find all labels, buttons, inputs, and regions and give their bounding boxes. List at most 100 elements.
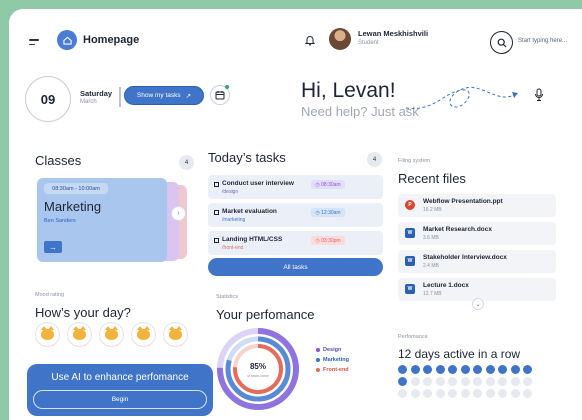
microphone-icon[interactable] <box>534 88 544 107</box>
activity-day-dot <box>448 365 457 374</box>
activity-day-dot <box>473 377 482 386</box>
task-tag: /design <box>222 189 239 195</box>
activity-day-dot <box>435 389 445 398</box>
activity-day-dot <box>460 365 470 374</box>
activity-day-dot <box>398 389 407 398</box>
weekday-label: Saturday <box>80 89 113 98</box>
cat-face-icon <box>105 326 118 340</box>
mood-title: How’s your day? <box>35 305 131 320</box>
bell-icon[interactable] <box>304 33 319 47</box>
show-my-tasks-label: Show my tasks <box>136 92 181 99</box>
file-size: 16.2 MB <box>423 207 442 213</box>
home-button[interactable] <box>57 30 77 50</box>
arrow-up-right-icon: ↗ <box>185 92 192 100</box>
arrow-right-icon: → <box>49 242 57 252</box>
classes-title: Classes <box>35 153 82 168</box>
greeting-title: Hi, Levan! <box>301 79 396 102</box>
date-day-number: 09 <box>25 76 71 122</box>
activity-day-dot <box>448 389 457 398</box>
task-time: ◷ 03:30pm <box>311 236 345 245</box>
show-my-tasks-button[interactable]: Show my tasks ↗ <box>124 86 204 105</box>
task-time: ◷ 12:30am <box>311 208 345 217</box>
activity-day-dot <box>510 389 520 398</box>
files-title: Recent files <box>398 171 466 186</box>
next-class-button[interactable]: › <box>171 206 186 221</box>
cat-face-icon <box>73 326 86 340</box>
file-name: Webflow Presentation.ppt <box>423 198 503 205</box>
begin-button[interactable]: Begin <box>33 390 207 409</box>
filing-label: Filing system <box>398 158 431 164</box>
file-size: 3.6 MB <box>423 235 439 241</box>
dashed-path-decoration <box>405 86 518 110</box>
mood-option[interactable] <box>67 322 92 347</box>
activity-day-dot <box>498 377 507 386</box>
greeting-subtitle: Need help? Just ask <box>301 104 419 119</box>
activity-label: Perfomance <box>398 334 428 340</box>
file-item[interactable]: P Webflow Presentation.ppt 16.2 MB <box>398 194 556 217</box>
performance-donut-chart: 85% of tasks done <box>217 328 299 410</box>
ai-card: Use AI to enhance perfomance Begin <box>27 364 213 416</box>
search-icon <box>497 38 506 47</box>
search-input[interactable]: Start typing here... <box>518 38 567 44</box>
chevron-right-icon: › <box>177 210 180 217</box>
file-size: 2.4 MB <box>423 263 439 269</box>
mood-option[interactable] <box>163 322 188 347</box>
all-tasks-button[interactable]: All tasks <box>208 258 383 276</box>
activity-title: 12 days active in a row <box>398 347 521 361</box>
activity-day-dot <box>485 365 495 374</box>
activity-day-dot <box>523 365 532 374</box>
file-name: Stakeholder Interview.docx <box>423 254 507 261</box>
activity-day-dot <box>398 377 407 386</box>
task-checkbox[interactable] <box>214 182 219 187</box>
mood-option[interactable] <box>131 322 156 347</box>
activity-day-dot <box>410 365 420 374</box>
cat-face-icon <box>137 326 150 340</box>
activity-dot-grid <box>398 365 558 398</box>
activity-day-dot <box>510 377 520 386</box>
divider <box>119 87 121 107</box>
user-role: Student <box>358 40 379 46</box>
class-name: Marketing <box>44 199 102 214</box>
open-class-button[interactable]: → <box>44 241 62 253</box>
avatar[interactable] <box>329 28 351 50</box>
chevron-down-icon: ⌄ <box>475 301 481 308</box>
class-teacher: Ben Sanders <box>44 218 76 224</box>
file-item[interactable]: W Stakeholder Interview.docx 2.4 MB <box>398 250 556 273</box>
file-name: Market Research.docx <box>423 226 493 233</box>
task-checkbox[interactable] <box>214 238 219 243</box>
activity-day-dot <box>460 377 470 386</box>
legend-item: Design <box>316 347 349 353</box>
activity-day-dot <box>473 389 482 398</box>
calendar-icon <box>215 91 225 100</box>
file-item[interactable]: W Market Research.docx 3.6 MB <box>398 222 556 245</box>
powerpoint-icon: P <box>405 200 415 210</box>
tasks-count-badge: 4 <box>367 152 382 167</box>
activity-day-dot <box>523 389 532 398</box>
word-doc-icon: W <box>405 256 415 266</box>
statistics-label: Statistics <box>216 294 239 300</box>
task-tag: /front-end <box>222 245 244 251</box>
search-button[interactable] <box>490 31 513 54</box>
mood-option[interactable] <box>35 322 60 347</box>
activity-day-dot <box>398 365 407 374</box>
tasks-title: Today’s tasks <box>208 150 286 165</box>
activity-day-dot <box>448 377 457 386</box>
class-card[interactable]: 08:30am - 10:00am Marketing Ben Sanders … <box>37 178 167 262</box>
task-item[interactable]: Market evaluation /marketing ◷ 12:30am <box>208 203 383 227</box>
menu-icon[interactable] <box>29 39 39 48</box>
mood-option[interactable] <box>99 322 124 347</box>
task-checkbox[interactable] <box>214 210 219 215</box>
task-name: Landing HTML/CSS <box>222 236 283 243</box>
activity-day-dot <box>498 389 507 398</box>
activity-day-dot <box>498 365 507 374</box>
show-more-files-button[interactable]: ⌄ <box>472 298 484 310</box>
task-item[interactable]: Landing HTML/CSS /front-end ◷ 03:30pm <box>208 231 383 255</box>
task-item[interactable]: Conduct user interview /design ◷ 08:30am <box>208 175 383 199</box>
activity-day-dot <box>423 365 432 374</box>
performance-legend: Design Marketing Front-end <box>316 347 349 377</box>
word-doc-icon: W <box>405 228 415 238</box>
task-time: ◷ 08:30am <box>311 180 345 189</box>
class-time: 08:30am - 10:00am <box>44 183 108 194</box>
activity-day-dot <box>423 389 432 398</box>
task-name: Market evaluation <box>222 208 277 215</box>
